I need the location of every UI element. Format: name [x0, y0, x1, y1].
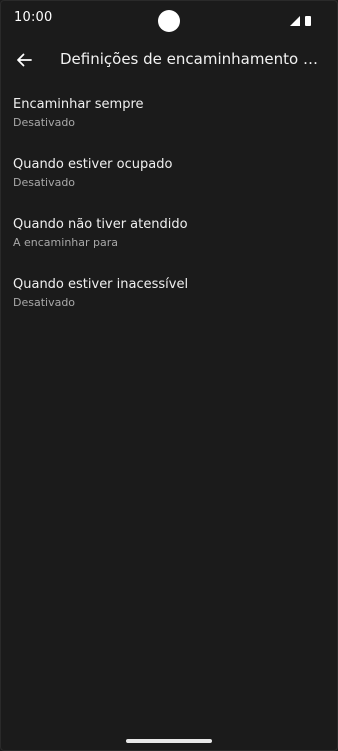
status-time: 10:00	[14, 10, 53, 25]
status-bar: 10:00	[0, 0, 338, 36]
setting-forward-when-unanswered[interactable]: Quando não tiver atendido A encaminhar p…	[0, 207, 338, 267]
setting-summary: A encaminhar para	[13, 236, 119, 249]
setting-summary: Desativado	[13, 176, 76, 189]
setting-title: Quando estiver ocupado	[13, 157, 173, 172]
settings-list: Encaminhar sempre Desativado Quando esti…	[0, 87, 338, 327]
setting-forward-when-unreachable[interactable]: Quando estiver inacessível Desativado	[0, 267, 338, 327]
battery-icon	[305, 16, 311, 26]
camera-cutout	[158, 10, 180, 32]
setting-forward-when-busy[interactable]: Quando estiver ocupado Desativado	[0, 147, 338, 207]
setting-summary: Desativado	[13, 116, 76, 129]
setting-title: Quando estiver inacessível	[13, 277, 189, 292]
signal-icon	[290, 16, 300, 26]
app-bar: Definições de encaminhamento de ch…	[0, 40, 338, 80]
status-icons	[290, 12, 316, 26]
page-title: Definições de encaminhamento de ch…	[60, 50, 322, 68]
setting-title: Quando não tiver atendido	[13, 217, 188, 232]
gesture-nav-handle[interactable]	[126, 739, 212, 743]
setting-forward-always[interactable]: Encaminhar sempre Desativado	[0, 87, 338, 147]
back-button[interactable]	[10, 46, 38, 74]
arrow-left-icon	[17, 53, 32, 67]
phone-screen: 10:00 Definições de encaminhamento de ch…	[0, 0, 338, 751]
setting-summary: Desativado	[13, 296, 76, 309]
setting-title: Encaminhar sempre	[13, 97, 144, 112]
